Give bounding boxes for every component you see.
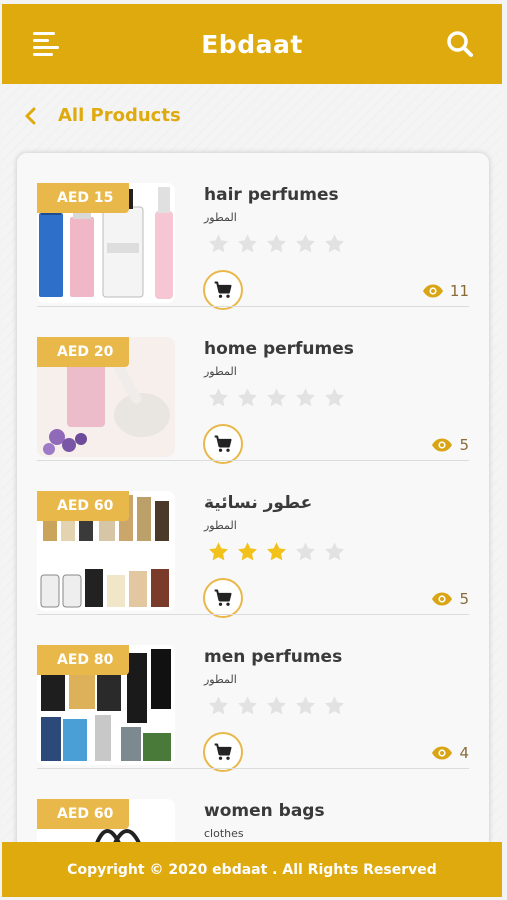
price-tag: AED 60: [37, 491, 129, 521]
price-tag: AED 20: [37, 337, 129, 367]
eye-icon: [432, 746, 453, 760]
rating-stars: [207, 695, 346, 717]
star-empty-icon: [296, 696, 315, 715]
list-item[interactable]: AED 15 hair perfumes المطور 11: [37, 153, 469, 310]
chevron-left-icon[interactable]: [24, 106, 38, 126]
breadcrumb-all-products[interactable]: All Products: [58, 105, 181, 126]
app-header: Ebdaat: [2, 4, 502, 84]
copyright-text: Copyright © 2020 ebdaat . All Rights Res…: [67, 861, 437, 878]
list-item[interactable]: AED 80 men perfumes المطور 4: [37, 615, 469, 772]
star-empty-icon: [238, 234, 257, 253]
app-title: Ebdaat: [201, 29, 303, 59]
star-empty-icon: [238, 388, 257, 407]
star-empty-icon: [296, 234, 315, 253]
star-empty-icon: [267, 696, 286, 715]
star-empty-icon: [325, 388, 344, 407]
star-empty-icon: [238, 696, 257, 715]
view-count-value: 5: [459, 590, 469, 608]
breadcrumb: All Products: [24, 105, 181, 126]
product-name[interactable]: women bags: [204, 801, 325, 821]
footer: Copyright © 2020 ebdaat . All Rights Res…: [2, 842, 502, 897]
add-to-cart-button[interactable]: [203, 732, 243, 772]
add-to-cart-button[interactable]: [203, 578, 243, 618]
star-empty-icon: [209, 696, 228, 715]
star-empty-icon: [296, 542, 315, 561]
star-empty-icon: [209, 388, 228, 407]
price-tag: AED 15: [37, 183, 129, 213]
star-empty-icon: [325, 696, 344, 715]
menu-icon[interactable]: [33, 32, 59, 56]
star-filled-icon: [238, 542, 257, 561]
star-filled-icon: [209, 542, 228, 561]
cart-icon: [214, 435, 232, 452]
product-category: المطور: [204, 365, 237, 378]
price-tag: AED 60: [37, 799, 129, 829]
list-item[interactable]: AED 20 home perfumes المطور 5: [37, 307, 469, 464]
product-category: المطور: [204, 211, 237, 224]
view-count-value: 5: [459, 436, 469, 454]
eye-icon: [422, 284, 443, 298]
cart-icon: [214, 281, 232, 298]
star-empty-icon: [325, 234, 344, 253]
list-item[interactable]: AED 60 عطور نسائية المطور 5: [37, 461, 469, 618]
product-name[interactable]: men perfumes: [204, 647, 342, 667]
view-count: 5: [431, 590, 469, 608]
search-icon[interactable]: [446, 30, 474, 58]
view-count: 5: [431, 436, 469, 454]
star-empty-icon: [296, 388, 315, 407]
product-list: AED 15 hair perfumes المطور 11 AED 20 ho…: [17, 153, 489, 897]
product-category: المطور: [204, 519, 237, 532]
view-count-value: 4: [459, 744, 469, 762]
add-to-cart-button[interactable]: [203, 424, 243, 464]
product-name[interactable]: hair perfumes: [204, 185, 339, 205]
eye-icon: [432, 438, 453, 452]
view-count-value: 11: [449, 282, 469, 300]
product-name[interactable]: home perfumes: [204, 339, 354, 359]
star-empty-icon: [209, 234, 228, 253]
app-frame: Ebdaat All Products AED 15 hair perfumes…: [2, 4, 502, 897]
rating-stars: [207, 541, 346, 563]
rating-stars: [207, 387, 346, 409]
view-count: 4: [431, 744, 469, 762]
product-category: المطور: [204, 673, 237, 686]
star-empty-icon: [267, 234, 286, 253]
star-empty-icon: [267, 388, 286, 407]
cart-icon: [214, 589, 232, 606]
add-to-cart-button[interactable]: [203, 270, 243, 310]
product-category: clothes: [204, 827, 244, 840]
star-empty-icon: [325, 542, 344, 561]
star-filled-icon: [267, 542, 286, 561]
product-name[interactable]: عطور نسائية: [204, 493, 312, 513]
cart-icon: [214, 743, 232, 760]
view-count: 11: [422, 282, 469, 300]
eye-icon: [432, 592, 453, 606]
rating-stars: [207, 233, 346, 255]
price-tag: AED 80: [37, 645, 129, 675]
